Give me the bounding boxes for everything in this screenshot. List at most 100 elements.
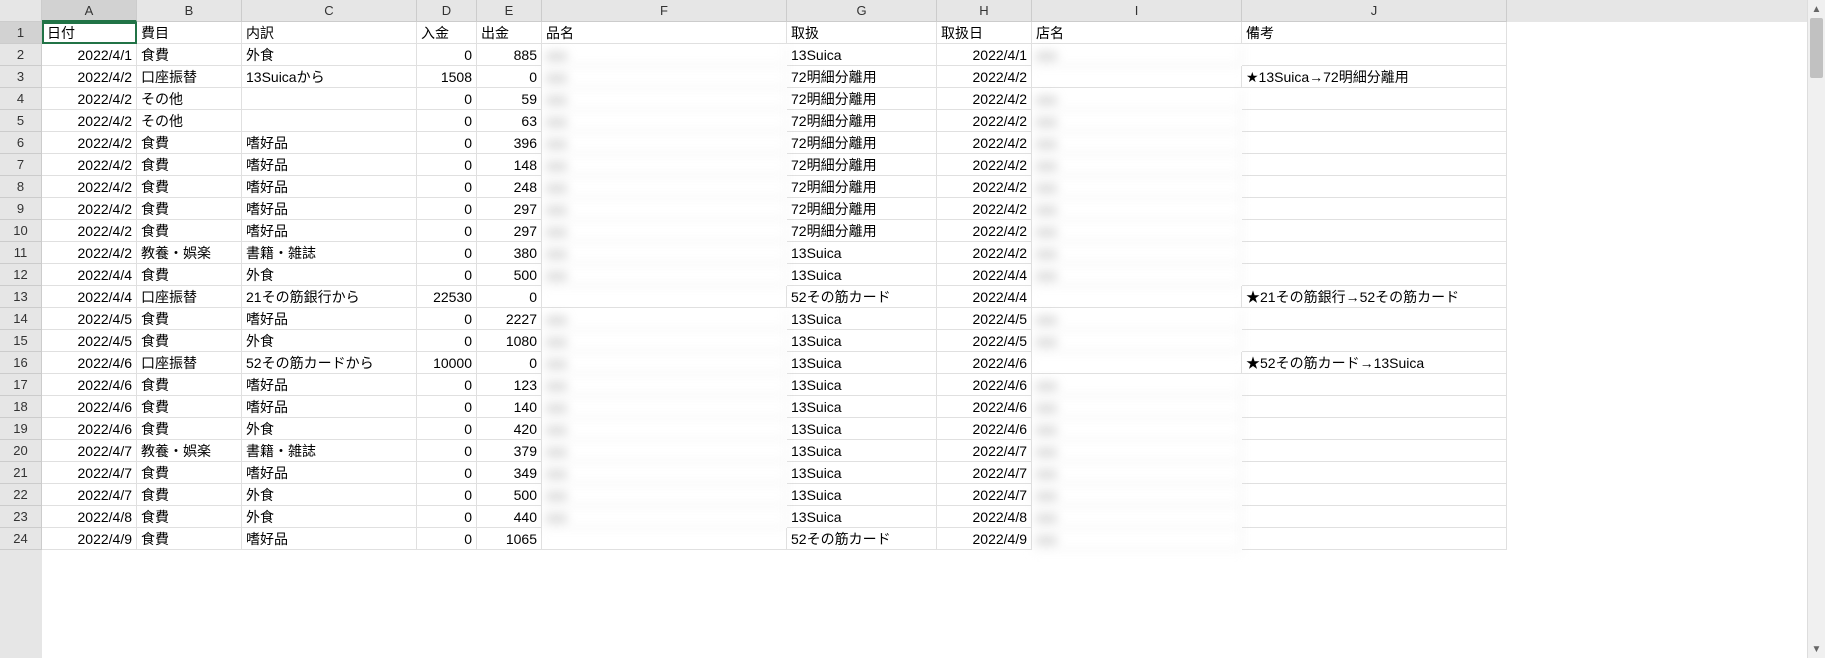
- cell-A6[interactable]: 2022/4/2: [42, 132, 137, 154]
- row-header-7[interactable]: 7: [0, 154, 42, 176]
- cell-E17[interactable]: 123: [477, 374, 542, 396]
- cell-B7[interactable]: 食費: [137, 154, 242, 176]
- cell-I8[interactable]: xxx: [1032, 176, 1242, 198]
- cell-C12[interactable]: 外食: [242, 264, 417, 286]
- row-header-18[interactable]: 18: [0, 396, 42, 418]
- cell-D8[interactable]: 0: [417, 176, 477, 198]
- cell-J20[interactable]: [1242, 440, 1507, 462]
- cell-I7[interactable]: xxx: [1032, 154, 1242, 176]
- cell-B18[interactable]: 食費: [137, 396, 242, 418]
- cell-D2[interactable]: 0: [417, 44, 477, 66]
- row-header-15[interactable]: 15: [0, 330, 42, 352]
- cell-B20[interactable]: 教養・娯楽: [137, 440, 242, 462]
- cell-J5[interactable]: [1242, 110, 1507, 132]
- cell-D21[interactable]: 0: [417, 462, 477, 484]
- cell-C2[interactable]: 外食: [242, 44, 417, 66]
- cell-I18[interactable]: xxx: [1032, 396, 1242, 418]
- cell-E21[interactable]: 349: [477, 462, 542, 484]
- cell-H11[interactable]: 2022/4/2: [937, 242, 1032, 264]
- cell-E24[interactable]: 1065: [477, 528, 542, 550]
- cell-H17[interactable]: 2022/4/6: [937, 374, 1032, 396]
- cell-G5[interactable]: 72明細分離用: [787, 110, 937, 132]
- cell-G4[interactable]: 72明細分離用: [787, 88, 937, 110]
- cell-E4[interactable]: 59: [477, 88, 542, 110]
- cell-G22[interactable]: 13Suica: [787, 484, 937, 506]
- cell-D5[interactable]: 0: [417, 110, 477, 132]
- cell-A1[interactable]: 日付: [42, 22, 137, 44]
- cell-H12[interactable]: 2022/4/4: [937, 264, 1032, 286]
- cell-B24[interactable]: 食費: [137, 528, 242, 550]
- cell-G10[interactable]: 72明細分離用: [787, 220, 937, 242]
- cell-E11[interactable]: 380: [477, 242, 542, 264]
- cell-B19[interactable]: 食費: [137, 418, 242, 440]
- row-header-4[interactable]: 4: [0, 88, 42, 110]
- cell-F7[interactable]: xxx: [542, 154, 787, 176]
- cell-C4[interactable]: [242, 88, 417, 110]
- cell-J22[interactable]: [1242, 484, 1507, 506]
- cell-B16[interactable]: 口座振替: [137, 352, 242, 374]
- cell-G24[interactable]: 52その筋カード: [787, 528, 937, 550]
- row-header-24[interactable]: 24: [0, 528, 42, 550]
- cell-B6[interactable]: 食費: [137, 132, 242, 154]
- cell-J15[interactable]: [1242, 330, 1507, 352]
- cell-E14[interactable]: 2227: [477, 308, 542, 330]
- cell-B9[interactable]: 食費: [137, 198, 242, 220]
- cell-J18[interactable]: [1242, 396, 1507, 418]
- cell-F17[interactable]: xxx: [542, 374, 787, 396]
- cell-H18[interactable]: 2022/4/6: [937, 396, 1032, 418]
- cell-C20[interactable]: 書籍・雑誌: [242, 440, 417, 462]
- cell-D20[interactable]: 0: [417, 440, 477, 462]
- cell-J3[interactable]: ★13Suica→72明細分離用: [1242, 66, 1507, 88]
- cell-A12[interactable]: 2022/4/4: [42, 264, 137, 286]
- cell-A21[interactable]: 2022/4/7: [42, 462, 137, 484]
- cell-D13[interactable]: 22530: [417, 286, 477, 308]
- cell-I5[interactable]: xxx: [1032, 110, 1242, 132]
- cell-H1[interactable]: 取扱日: [937, 22, 1032, 44]
- cell-F19[interactable]: xxx: [542, 418, 787, 440]
- cell-H3[interactable]: 2022/4/2: [937, 66, 1032, 88]
- cell-G9[interactable]: 72明細分離用: [787, 198, 937, 220]
- row-header-5[interactable]: 5: [0, 110, 42, 132]
- cell-C3[interactable]: 13Suicaから: [242, 66, 417, 88]
- cell-G2[interactable]: 13Suica: [787, 44, 937, 66]
- cell-C19[interactable]: 外食: [242, 418, 417, 440]
- column-header-C[interactable]: C: [242, 0, 417, 22]
- cell-H24[interactable]: 2022/4/9: [937, 528, 1032, 550]
- cell-G1[interactable]: 取扱: [787, 22, 937, 44]
- cell-D9[interactable]: 0: [417, 198, 477, 220]
- cell-F3[interactable]: xxx: [542, 66, 787, 88]
- row-header-21[interactable]: 21: [0, 462, 42, 484]
- cell-C6[interactable]: 嗜好品: [242, 132, 417, 154]
- cell-I17[interactable]: xxx: [1032, 374, 1242, 396]
- row-header-3[interactable]: 3: [0, 66, 42, 88]
- cell-A19[interactable]: 2022/4/6: [42, 418, 137, 440]
- cell-D19[interactable]: 0: [417, 418, 477, 440]
- cell-C11[interactable]: 書籍・雑誌: [242, 242, 417, 264]
- cell-D4[interactable]: 0: [417, 88, 477, 110]
- cell-A16[interactable]: 2022/4/6: [42, 352, 137, 374]
- cell-I16[interactable]: [1032, 352, 1242, 374]
- cell-E12[interactable]: 500: [477, 264, 542, 286]
- row-header-12[interactable]: 12: [0, 264, 42, 286]
- cell-I24[interactable]: xxx: [1032, 528, 1242, 550]
- row-header-23[interactable]: 23: [0, 506, 42, 528]
- cell-I23[interactable]: xxx: [1032, 506, 1242, 528]
- cell-G23[interactable]: 13Suica: [787, 506, 937, 528]
- select-all-corner[interactable]: [0, 0, 42, 22]
- cell-I4[interactable]: xxx: [1032, 88, 1242, 110]
- column-header-D[interactable]: D: [417, 0, 477, 22]
- cell-F12[interactable]: xxx: [542, 264, 787, 286]
- cell-F18[interactable]: xxx: [542, 396, 787, 418]
- cell-D24[interactable]: 0: [417, 528, 477, 550]
- cell-J19[interactable]: [1242, 418, 1507, 440]
- scroll-up-arrow[interactable]: ▲: [1808, 0, 1825, 18]
- cell-H13[interactable]: 2022/4/4: [937, 286, 1032, 308]
- cell-D17[interactable]: 0: [417, 374, 477, 396]
- cell-E15[interactable]: 1080: [477, 330, 542, 352]
- row-header-10[interactable]: 10: [0, 220, 42, 242]
- row-header-11[interactable]: 11: [0, 242, 42, 264]
- cell-H7[interactable]: 2022/4/2: [937, 154, 1032, 176]
- cell-C9[interactable]: 嗜好品: [242, 198, 417, 220]
- cell-C23[interactable]: 外食: [242, 506, 417, 528]
- row-header-6[interactable]: 6: [0, 132, 42, 154]
